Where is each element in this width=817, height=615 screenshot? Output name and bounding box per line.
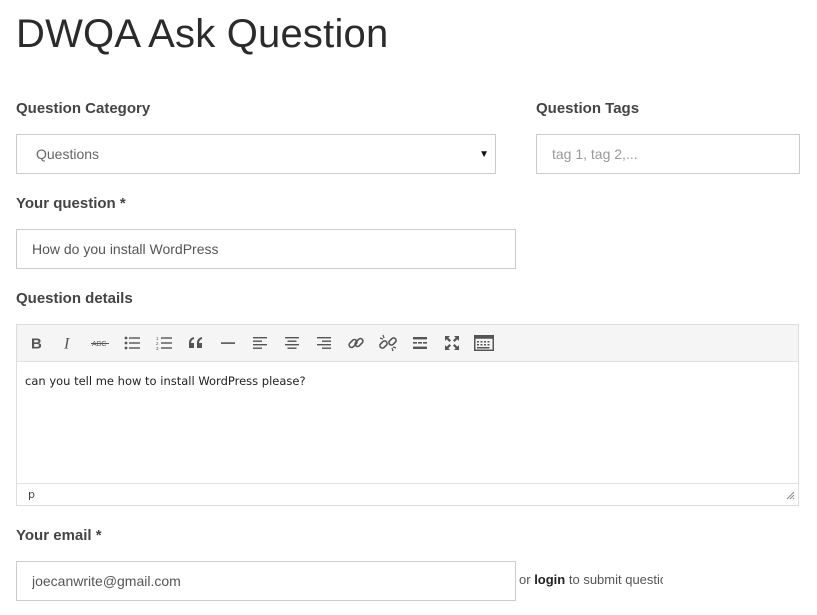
details-editor: B I ABC 123 can you tell me how to insta… xyxy=(16,324,799,506)
blockquote-icon[interactable] xyxy=(185,332,207,354)
editor-toolbar: B I ABC 123 xyxy=(17,325,798,362)
editor-status-bar: p xyxy=(17,483,798,505)
category-label: Question Category xyxy=(16,100,151,117)
or-text: or xyxy=(519,572,531,587)
align-center-icon[interactable] xyxy=(281,332,303,354)
category-selected-value: Questions xyxy=(36,146,100,162)
bullet-list-icon[interactable] xyxy=(121,332,143,354)
dropdown-caret-icon: ▼ xyxy=(479,149,489,160)
details-label: Question details xyxy=(16,290,133,307)
align-right-icon[interactable] xyxy=(313,332,335,354)
unlink-icon[interactable] xyxy=(377,332,399,354)
svg-text:I: I xyxy=(63,336,70,350)
email-input[interactable] xyxy=(16,561,516,601)
email-label: Your email * xyxy=(16,527,102,544)
align-left-icon[interactable] xyxy=(249,332,271,354)
italic-icon[interactable]: I xyxy=(57,332,79,354)
category-select[interactable]: Questions ▼ xyxy=(16,134,496,174)
fullscreen-icon[interactable] xyxy=(441,332,463,354)
question-label: Your question * xyxy=(16,195,126,212)
resize-handle-icon[interactable] xyxy=(786,490,795,503)
read-more-icon[interactable] xyxy=(409,332,431,354)
tags-input[interactable] xyxy=(536,134,800,174)
editor-content[interactable]: can you tell me how to install WordPress… xyxy=(25,374,785,388)
login-note: or login to submit questio xyxy=(519,572,663,587)
toolbar-toggle-icon[interactable] xyxy=(473,332,495,354)
editor-path: p xyxy=(28,488,35,501)
page-title: DWQA Ask Question xyxy=(16,12,389,56)
svg-text:B: B xyxy=(31,336,42,350)
login-link[interactable]: login xyxy=(534,572,565,587)
bold-icon[interactable]: B xyxy=(25,332,47,354)
submit-note-text: to submit questio xyxy=(568,572,663,587)
numbered-list-icon[interactable]: 123 xyxy=(153,332,175,354)
question-title-input[interactable] xyxy=(16,229,516,269)
horizontal-rule-icon[interactable] xyxy=(217,332,239,354)
strikethrough-icon[interactable]: ABC xyxy=(89,332,111,354)
tags-label: Question Tags xyxy=(536,100,640,117)
svg-text:3: 3 xyxy=(156,346,159,350)
svg-text:ABC: ABC xyxy=(92,341,106,348)
link-icon[interactable] xyxy=(345,332,367,354)
